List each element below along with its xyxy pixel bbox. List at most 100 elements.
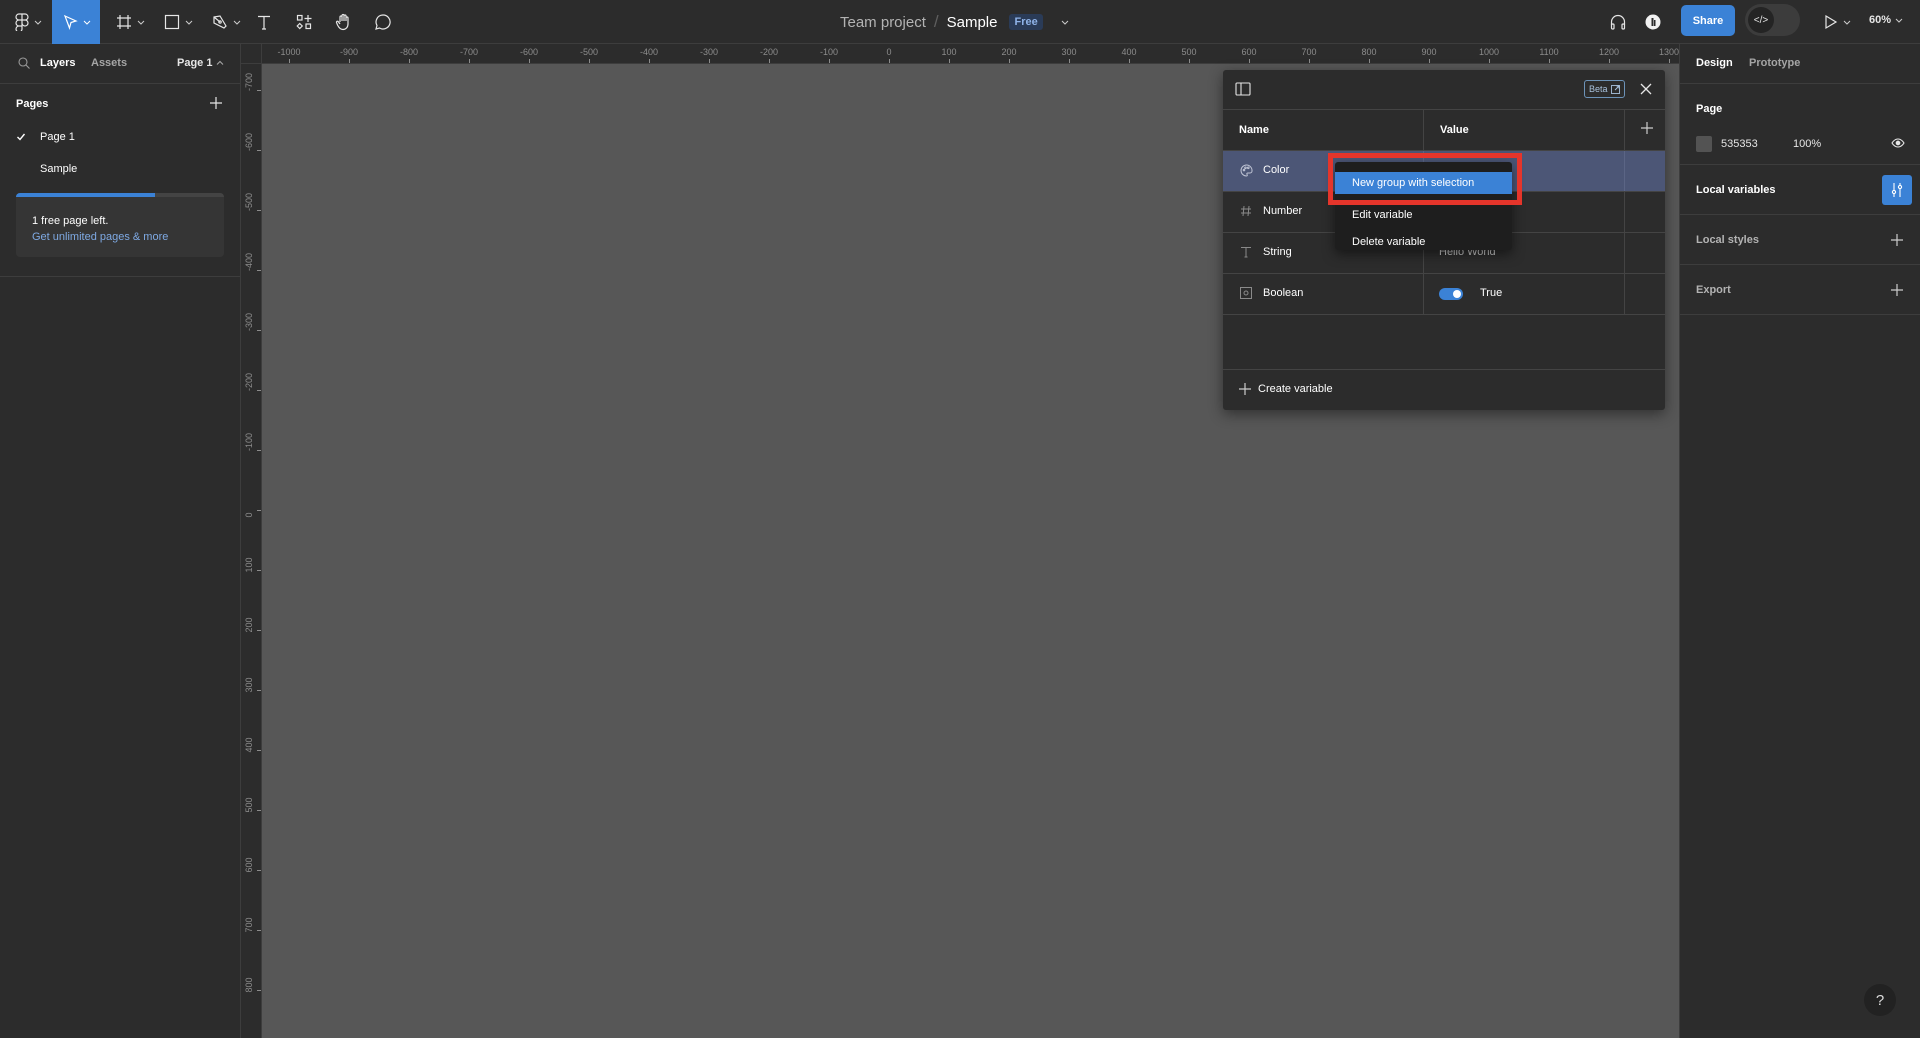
ruler-label: 0: [886, 47, 892, 57]
ruler-label: -100: [819, 47, 839, 57]
audio-button[interactable]: [1606, 0, 1630, 44]
left-sidebar: Layers Assets Page 1 Pages Page 1 Sample…: [0, 44, 241, 1038]
shape-tool-button[interactable]: [158, 0, 198, 44]
variable-row-boolean[interactable]: Boolean True: [1223, 274, 1665, 315]
variable-value: True: [1480, 287, 1503, 299]
hand-icon: [335, 13, 349, 31]
create-variable-button[interactable]: Create variable: [1239, 383, 1333, 395]
column-header-value: Value: [1440, 124, 1469, 136]
rectangle-icon: [164, 14, 179, 30]
chevron-down-icon: [1843, 20, 1850, 25]
column-divider: [1624, 274, 1625, 314]
ruler-label: 500: [244, 797, 254, 813]
avatar-icon: [1645, 14, 1661, 30]
menu-item-edit-variable[interactable]: Edit variable: [1335, 206, 1512, 222]
variable-name: Number: [1263, 205, 1303, 217]
eye-icon[interactable]: [1891, 138, 1905, 148]
file-menu-chevron-icon[interactable]: [1061, 18, 1069, 26]
export-title: Export: [1696, 284, 1731, 296]
ruler-tick: [949, 59, 950, 63]
ruler-tick: [589, 59, 590, 63]
help-button[interactable]: ?: [1864, 984, 1896, 1016]
close-icon[interactable]: [1639, 82, 1653, 96]
present-button[interactable]: [1820, 0, 1854, 44]
toggle-sidebar-icon[interactable]: [1235, 82, 1251, 96]
ruler-label: -1000: [277, 47, 301, 57]
hand-tool-button[interactable]: [331, 0, 357, 44]
frame-tool-button[interactable]: [110, 0, 150, 44]
variable-name: Boolean: [1263, 287, 1304, 299]
play-icon: [1824, 14, 1837, 30]
add-style-icon[interactable]: [1891, 234, 1903, 246]
text-tool-button[interactable]: [252, 0, 276, 44]
beta-badge[interactable]: Beta: [1584, 80, 1625, 98]
ruler-tick: [257, 330, 261, 331]
ruler-label: -800: [399, 47, 419, 57]
highlight-annotation: [1328, 153, 1522, 205]
boolean-icon: [1240, 287, 1252, 299]
ruler-tick: [257, 570, 261, 571]
boolean-toggle[interactable]: [1439, 288, 1463, 300]
file-name[interactable]: Sample: [947, 14, 998, 31]
page-item-sample[interactable]: Sample: [0, 155, 240, 183]
page-switcher[interactable]: Page 1: [177, 57, 224, 69]
zoom-level-dropdown[interactable]: 60%: [1869, 0, 1903, 40]
ruler-label: -500: [579, 47, 599, 57]
page-bg-swatch[interactable]: [1696, 136, 1712, 152]
figma-logo-icon: [14, 13, 29, 31]
text-icon: [258, 15, 270, 30]
menu-item-label: Delete variable: [1352, 236, 1426, 248]
ruler-label: 800: [244, 977, 254, 993]
pages-usage-fill: [16, 193, 156, 197]
share-button[interactable]: Share: [1681, 5, 1735, 36]
user-avatar[interactable]: [1642, 0, 1664, 44]
add-page-icon[interactable]: [209, 96, 223, 110]
free-pages-text: 1 free page left.: [32, 215, 109, 227]
ruler-corner: [241, 44, 262, 64]
ruler-tick: [257, 930, 261, 931]
ruler-label: -100: [244, 432, 254, 451]
left-sidebar-tabs: Layers Assets Page 1: [0, 44, 240, 84]
add-export-icon[interactable]: [1891, 284, 1903, 296]
ruler-tick: [257, 690, 261, 691]
pages-usage-bar: [16, 193, 224, 197]
chevron-down-icon: [233, 20, 240, 25]
main-menu-button[interactable]: [8, 0, 48, 44]
frame-icon: [116, 15, 131, 29]
upgrade-banner: 1 free page left. Get unlimited pages & …: [16, 193, 224, 257]
ruler-tick: [529, 59, 530, 63]
menu-item-delete-variable[interactable]: Delete variable: [1335, 231, 1512, 253]
add-mode-icon[interactable]: [1641, 122, 1653, 134]
ruler-label: 100: [244, 557, 254, 573]
palette-icon: [1240, 164, 1253, 177]
open-variables-button[interactable]: [1882, 175, 1912, 205]
ruler-label: 1300: [1658, 47, 1680, 57]
comment-tool-button[interactable]: [371, 0, 395, 44]
tab-layers[interactable]: Layers: [40, 57, 75, 69]
ruler-tick: [469, 59, 470, 63]
ruler-label: -200: [244, 372, 254, 391]
dev-mode-toggle[interactable]: </>: [1745, 4, 1800, 36]
text-type-icon: [1241, 247, 1251, 258]
tab-assets[interactable]: Assets: [91, 57, 127, 69]
resources-button[interactable]: [292, 0, 316, 44]
ruler-label: 500: [1181, 47, 1197, 57]
search-icon[interactable]: [18, 57, 30, 69]
chevron-down-icon: [34, 20, 41, 25]
page-bg-opacity[interactable]: 100%: [1793, 138, 1821, 150]
tab-prototype[interactable]: Prototype: [1749, 57, 1800, 69]
page-bg-hex[interactable]: 535353: [1721, 138, 1758, 150]
move-tool-button[interactable]: [52, 0, 100, 44]
ruler-label: 300: [244, 677, 254, 693]
ruler-tick: [257, 150, 261, 151]
project-name[interactable]: Team project: [840, 14, 926, 31]
tab-design[interactable]: Design: [1696, 57, 1733, 69]
ruler-label: 100: [941, 47, 957, 57]
vertical-ruler: -700 -600 -500 -400 -300 -200 -100 0 100 200 300 40…: [241, 64, 262, 1038]
pen-tool-button[interactable]: [206, 0, 246, 44]
ruler-label: -300: [244, 312, 254, 331]
upgrade-link[interactable]: Get unlimited pages & more: [32, 231, 168, 243]
page-item-page-1[interactable]: Page 1: [0, 123, 240, 151]
column-divider: [1624, 233, 1625, 273]
code-icon: </>: [1748, 7, 1774, 33]
